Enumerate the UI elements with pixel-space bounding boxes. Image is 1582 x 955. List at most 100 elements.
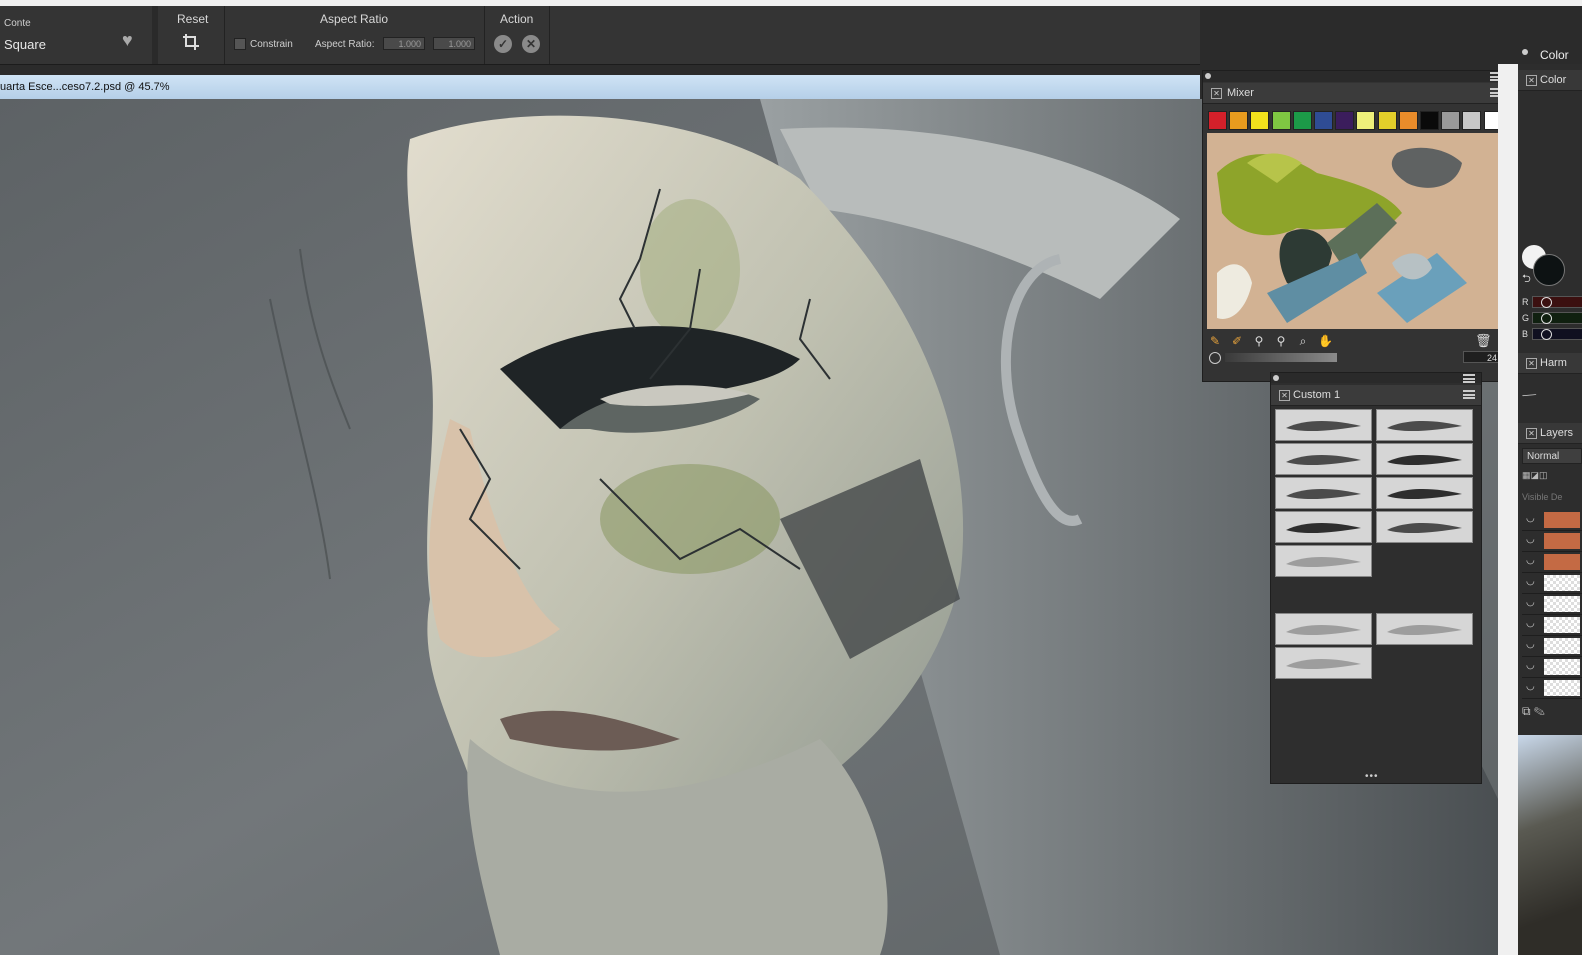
mixer-swatch[interactable]: [1292, 111, 1312, 130]
r-slider[interactable]: [1532, 296, 1582, 308]
color-tab-label: Color: [1540, 48, 1569, 62]
palette-grip[interactable]: [1271, 373, 1481, 383]
mixer-swatch[interactable]: [1271, 111, 1291, 130]
brush-variant-swatch[interactable]: [1275, 511, 1372, 543]
visibility-eye-icon[interactable]: ◡: [1526, 534, 1535, 545]
main-color-swatch[interactable]: [1533, 254, 1565, 286]
b-slider[interactable]: [1532, 328, 1582, 340]
brush-category-label: Conte: [4, 18, 31, 29]
layer-row[interactable]: ◡: [1522, 510, 1582, 531]
layer-row[interactable]: ◡: [1522, 636, 1582, 657]
brush-variant-swatch[interactable]: [1376, 477, 1473, 509]
crop-reset-icon[interactable]: [182, 33, 200, 56]
blend-mode-select[interactable]: Normal: [1522, 448, 1582, 464]
visibility-eye-icon[interactable]: ◡: [1526, 576, 1535, 587]
layer-row[interactable]: ◡: [1522, 573, 1582, 594]
trash-icon[interactable]: 🗑: [1475, 333, 1492, 349]
brush-variant-swatch[interactable]: [1376, 613, 1473, 645]
close-icon[interactable]: ✕: [1211, 88, 1222, 99]
constrain-label: Constrain: [250, 39, 293, 50]
layer-row[interactable]: ◡: [1522, 678, 1582, 699]
swap-colors-icon[interactable]: ⮌: [1522, 270, 1531, 289]
panel-menu-icon[interactable]: [1463, 390, 1475, 399]
mixer-swatch[interactable]: [1335, 111, 1355, 130]
mixer-grip[interactable]: [1203, 71, 1508, 82]
navigator-thumbnail[interactable]: [1518, 735, 1582, 955]
brush-variant-swatch[interactable]: [1275, 647, 1372, 679]
visibility-eye-icon[interactable]: ◡: [1526, 513, 1535, 524]
harmony-link-icon[interactable]: ⟋: [1519, 386, 1538, 405]
layer-thumbnail: [1544, 533, 1580, 549]
brush-variant-swatch[interactable]: [1275, 409, 1372, 441]
mixer-swatch[interactable]: [1208, 111, 1227, 130]
sample-multiple-icon[interactable]: ⚲: [1274, 334, 1288, 348]
b-label: B: [1522, 329, 1529, 339]
layer-row[interactable]: ◡: [1522, 594, 1582, 615]
brush-variant-swatch[interactable]: [1376, 409, 1473, 441]
mixer-swatch[interactable]: [1377, 111, 1397, 130]
pan-icon[interactable]: ✋: [1318, 334, 1333, 348]
visibility-eye-icon[interactable]: ◡: [1526, 597, 1535, 608]
brush-variant-swatch[interactable]: [1275, 545, 1372, 577]
brush-variant-swatch[interactable]: [1376, 511, 1473, 543]
brush-size-field[interactable]: 24: [1463, 351, 1501, 363]
layer-row[interactable]: ◡: [1522, 531, 1582, 552]
close-icon[interactable]: ✕: [1526, 358, 1537, 369]
layer-row[interactable]: ◡: [1522, 615, 1582, 636]
layer-thumbnail: [1544, 659, 1580, 675]
brush-variant-section: Conte Square ♥: [0, 6, 153, 64]
cancel-x-icon[interactable]: ✕: [522, 35, 540, 53]
visibility-eye-icon[interactable]: ◡: [1526, 639, 1535, 650]
layer-row[interactable]: ◡: [1522, 552, 1582, 573]
aspect-height-field[interactable]: 1.000: [433, 37, 475, 50]
action-section: Action ✓ ✕: [485, 6, 550, 64]
constrain-checkbox[interactable]: [234, 38, 246, 50]
more-icon[interactable]: •••: [1365, 771, 1379, 782]
commit-check-icon[interactable]: ✓: [494, 35, 512, 53]
sample-color-icon[interactable]: ⚲: [1252, 334, 1266, 348]
close-icon[interactable]: ✕: [1526, 428, 1537, 439]
layer-thumbnail: [1544, 512, 1580, 528]
document-tab[interactable]: uarta Esce...ceso7.2.psd @ 45.7%: [0, 75, 1200, 99]
zoom-icon[interactable]: ⌕: [1296, 334, 1310, 348]
visibility-eye-icon[interactable]: ◡: [1526, 681, 1535, 692]
brush-variant-swatch[interactable]: [1275, 613, 1372, 645]
brush-variant-name[interactable]: Square: [4, 37, 46, 52]
mixer-swatch[interactable]: [1356, 111, 1376, 130]
document-title: uarta Esce...ceso7.2.psd @ 45.7%: [0, 81, 170, 93]
mixer-swatch[interactable]: [1462, 111, 1482, 130]
mixer-swatch[interactable]: [1441, 111, 1461, 130]
mixer-swatch[interactable]: [1250, 111, 1270, 130]
close-icon[interactable]: ✕: [1279, 390, 1290, 401]
reset-section: Reset: [160, 6, 225, 64]
custom-palette-header: ✕ Custom 1: [1271, 385, 1481, 406]
mixer-swatch[interactable]: [1420, 111, 1439, 130]
mixer-swatch[interactable]: [1314, 111, 1333, 130]
layer-tool-icons[interactable]: ▦◪◫: [1522, 470, 1582, 484]
layer-row[interactable]: ◡: [1522, 657, 1582, 678]
visible-label: Visible De: [1522, 492, 1563, 502]
grip-dot-icon: [1522, 49, 1528, 55]
right-panels: Color ✕ Color ⮌ R G B ✕ Harm ⟋ ✕ Layers …: [1518, 40, 1582, 955]
brush-variant-swatch[interactable]: [1376, 443, 1473, 475]
group-menu-icon[interactable]: [1463, 374, 1475, 383]
mixer-swatch[interactable]: [1229, 111, 1249, 130]
property-bar: Conte Square ♥ Reset Aspect Ratio Constr…: [0, 6, 1200, 65]
aspect-width-field[interactable]: 1.000: [383, 37, 425, 50]
mixer-swatch[interactable]: [1398, 111, 1418, 130]
vertical-scrollbar[interactable]: [1498, 64, 1518, 955]
visibility-eye-icon[interactable]: ◡: [1526, 660, 1535, 671]
mixer-pad[interactable]: [1207, 133, 1503, 329]
apply-color-icon[interactable]: ✐: [1230, 334, 1244, 348]
favorite-heart-icon[interactable]: ♥: [122, 30, 133, 51]
brush-variant-swatch[interactable]: [1275, 443, 1372, 475]
close-icon[interactable]: ✕: [1526, 75, 1537, 86]
g-slider[interactable]: [1532, 312, 1582, 324]
visibility-eye-icon[interactable]: ◡: [1526, 618, 1535, 629]
brush-variant-swatch[interactable]: [1275, 477, 1372, 509]
color-tab-top[interactable]: Color: [1518, 40, 1582, 64]
visibility-eye-icon[interactable]: ◡: [1526, 555, 1535, 566]
brush-size-slider[interactable]: [1225, 353, 1337, 362]
dirty-brush-icon[interactable]: ✎: [1208, 334, 1222, 348]
layer-actions-icons[interactable]: ⧉ ✎: [1522, 704, 1545, 719]
